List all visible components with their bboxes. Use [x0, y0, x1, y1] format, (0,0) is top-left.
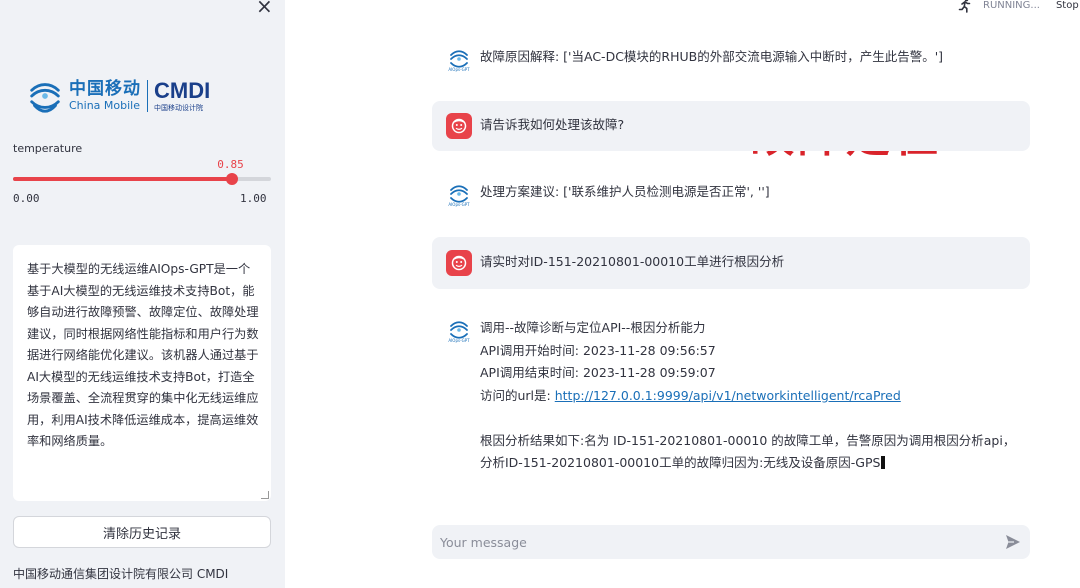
slider-min-label: 0.00	[13, 192, 40, 205]
message-line: 调用--故障诊断与定位API--根因分析能力	[480, 317, 1015, 340]
message-line: 分析ID-151-20210801-00010工单的故障归因为:无线及设备原因-…	[480, 452, 1015, 475]
running-status: RUNNING... Stop	[957, 0, 1079, 13]
bot-logo-icon: AIOps-GPT	[448, 321, 470, 343]
logo-en-text: China Mobile	[69, 98, 141, 112]
message-text: 处理方案建议: ['联系维护人员检测电源是否正常', '']	[480, 181, 770, 204]
message-text: 请告诉我如何处理该故障?	[480, 114, 624, 137]
company-logo: 中国移动 China Mobile CMDI 中国移动设计院	[26, 74, 236, 118]
svg-text:AIOps-GPT: AIOps-GPT	[448, 67, 470, 72]
assistant-avatar: AIOps-GPT	[446, 181, 472, 207]
message-line	[480, 407, 1015, 430]
message-line-text: 处理方案建议: ['联系维护人员检测电源是否正常', '']	[480, 184, 770, 199]
logo-cmdi-sub-text: 中国移动设计院	[154, 104, 203, 112]
svg-text:AIOps-GPT: AIOps-GPT	[448, 338, 470, 343]
slider-max-label: 1.00	[240, 192, 267, 205]
logo-cmdi-text: CMDI	[154, 78, 211, 103]
slider-fill	[13, 177, 233, 181]
assistant-avatar: AIOps-GPT	[446, 317, 472, 343]
message-line-text: 分析ID-151-20210801-00010工单的故障归因为:无线及设备原因-…	[480, 455, 881, 470]
api-url-link[interactable]: http://127.0.0.1:9999/api/v1/networkinte…	[555, 388, 901, 403]
message-text: 调用--故障诊断与定位API--根因分析能力 API调用开始时间: 2023-11…	[480, 317, 1015, 475]
slider-thumb[interactable]	[226, 173, 239, 185]
assistant-message: AIOps-GPT 调用--故障诊断与定位API--根因分析能力 API调用开始时间…	[432, 311, 1030, 479]
message-text: 请实时对ID-151-20210801-00010工单进行根因分析	[480, 251, 784, 274]
user-face-icon	[451, 118, 467, 134]
message-line-text: 调用--故障诊断与定位API--根因分析能力	[480, 320, 706, 335]
description-text: 基于大模型的无线运维AIOps-GPT是一个基于AI大模型的无线运维技术支持Bo…	[27, 262, 259, 448]
message-line-text: 请告诉我如何处理该故障?	[480, 117, 625, 132]
message-line: API调用开始时间: 2023-11-28 09:56:57	[480, 340, 1015, 363]
clear-history-button[interactable]: 清除历史记录	[13, 516, 271, 548]
message-line: 访问的url是: http://127.0.0.1:9999/api/v1/ne…	[480, 385, 1015, 408]
message-line-text: API调用结束时间: 2023-11-28 09:59:07	[480, 365, 716, 380]
logo-cn-text: 中国移动	[69, 78, 141, 99]
chat-input-bar	[432, 525, 1030, 559]
temperature-label: temperature	[13, 142, 83, 155]
svg-text:AIOps-GPT: AIOps-GPT	[448, 202, 470, 207]
message-line-text: 访问的url是:	[480, 387, 555, 403]
assistant-message: AIOps-GPT 故障原因解释: ['当AC-DC模块的RHUB的外部交流电源输…	[432, 40, 1030, 78]
resize-handle[interactable]	[261, 491, 269, 499]
message-line: 处理方案建议: ['联系维护人员检测电源是否正常', '']	[480, 181, 770, 204]
temperature-value: 0.85	[217, 158, 244, 171]
send-icon[interactable]	[1004, 533, 1022, 551]
user-face-icon	[451, 255, 467, 271]
user-message: 请告诉我如何处理该故障?	[432, 101, 1030, 151]
close-sidebar-icon[interactable]: ×	[256, 0, 273, 16]
message-line-text: 故障原因解释: ['当AC-DC模块的RHUB的外部交流电源输入中断时，产生此告…	[480, 49, 944, 64]
running-text: RUNNING...	[983, 0, 1040, 11]
bot-logo-icon: AIOps-GPT	[448, 185, 470, 207]
message-line: 故障原因解释: ['当AC-DC模块的RHUB的外部交流电源输入中断时，产生此告…	[480, 46, 943, 69]
message-text: 故障原因解释: ['当AC-DC模块的RHUB的外部交流电源输入中断时，产生此告…	[480, 46, 943, 69]
footer-text: 中国移动通信集团设计院有限公司 CMDI	[13, 567, 229, 581]
logo-divider	[147, 80, 148, 112]
china-mobile-logo-icon	[30, 83, 60, 113]
message-line-text: 根因分析结果如下:名为 ID-151-20210801-00010 的故障工单，…	[480, 432, 1016, 448]
message-input[interactable]	[440, 534, 1004, 550]
user-avatar	[446, 113, 472, 139]
bot-logo-icon: AIOps-GPT	[448, 50, 470, 72]
message-line-text: 请实时对ID-151-20210801-00010工单进行根因分析	[480, 254, 785, 269]
message-line: 请告诉我如何处理该故障?	[480, 114, 624, 137]
description-textarea[interactable]: 基于大模型的无线运维AIOps-GPT是一个基于AI大模型的无线运维技术支持Bo…	[13, 245, 271, 501]
user-avatar	[446, 250, 472, 276]
message-line: 根因分析结果如下:名为 ID-151-20210801-00010 的故障工单，…	[480, 430, 1015, 453]
temperature-slider[interactable]	[13, 173, 271, 185]
message-line: API调用结束时间: 2023-11-28 09:59:07	[480, 362, 1015, 385]
typing-cursor	[881, 456, 886, 469]
message-line-text: API调用开始时间: 2023-11-28 09:56:57	[480, 342, 716, 358]
message-line: 请实时对ID-151-20210801-00010工单进行根因分析	[480, 251, 784, 274]
running-man-icon	[958, 0, 971, 13]
assistant-avatar: AIOps-GPT	[446, 46, 472, 72]
stop-button[interactable]: Stop	[1056, 0, 1079, 11]
user-message: 请实时对ID-151-20210801-00010工单进行根因分析	[432, 237, 1030, 289]
sidebar: × 中国移动 China Mobile CMDI 中国移动设计院 tempera…	[0, 0, 285, 588]
assistant-message: AIOps-GPT 处理方案建议: ['联系维护人员检测电源是否正常', '']	[432, 172, 1030, 216]
